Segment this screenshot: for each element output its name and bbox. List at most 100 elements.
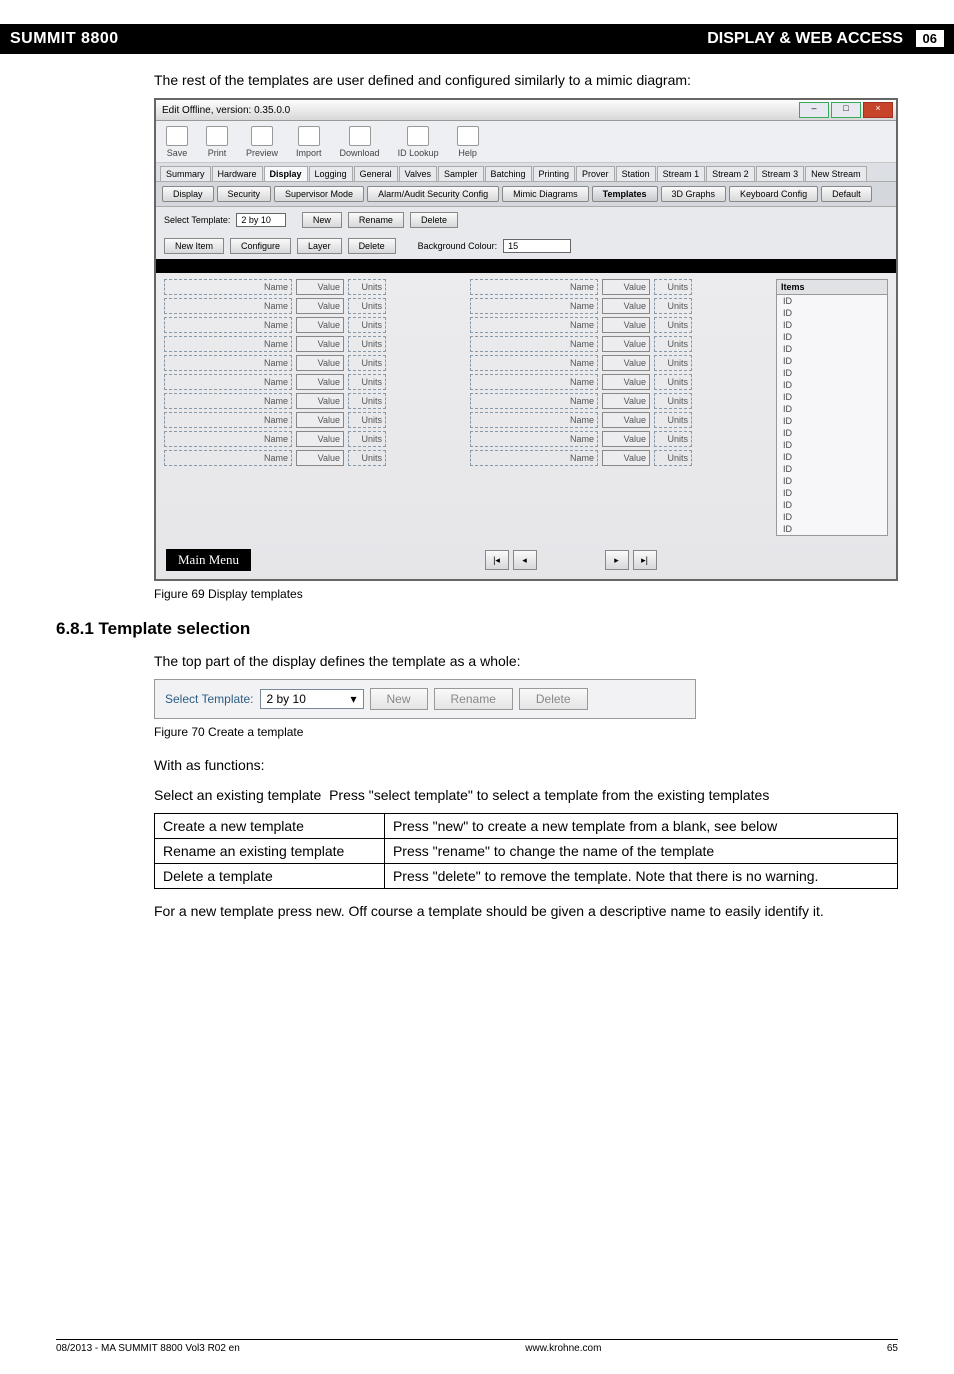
item-id[interactable]: ID xyxy=(777,343,887,355)
tab-logging[interactable]: Logging xyxy=(309,166,353,181)
units-cell[interactable]: Units xyxy=(654,393,692,409)
units-cell[interactable]: Units xyxy=(348,450,386,466)
item-id[interactable]: ID xyxy=(777,307,887,319)
tab-summary[interactable]: Summary xyxy=(160,166,211,181)
subbtn-security[interactable]: Security xyxy=(217,186,272,202)
rename-button[interactable]: Rename xyxy=(348,212,404,228)
item-id[interactable]: ID xyxy=(777,355,887,367)
units-cell[interactable]: Units xyxy=(348,412,386,428)
name-cell[interactable]: Name xyxy=(164,412,292,428)
delete-button[interactable]: Delete xyxy=(410,212,458,228)
mini-select[interactable]: 2 by 10▾ xyxy=(260,689,364,709)
name-cell[interactable]: Name xyxy=(164,431,292,447)
subbtn-alarm-audit-security-config[interactable]: Alarm/Audit Security Config xyxy=(367,186,499,202)
item-id[interactable]: ID xyxy=(777,499,887,511)
units-cell[interactable]: Units xyxy=(348,317,386,333)
item-id[interactable]: ID xyxy=(777,379,887,391)
tab-batching[interactable]: Batching xyxy=(485,166,532,181)
item-id[interactable]: ID xyxy=(777,391,887,403)
item-id[interactable]: ID xyxy=(777,415,887,427)
tab-station[interactable]: Station xyxy=(616,166,656,181)
name-cell[interactable]: Name xyxy=(470,317,598,333)
units-cell[interactable]: Units xyxy=(348,336,386,352)
name-cell[interactable]: Name xyxy=(470,450,598,466)
close-button[interactable]: × xyxy=(863,102,893,118)
tab-general[interactable]: General xyxy=(354,166,398,181)
item-id[interactable]: ID xyxy=(777,367,887,379)
mini-delete-button[interactable]: Delete xyxy=(519,688,588,710)
item-id[interactable]: ID xyxy=(777,319,887,331)
delete-item-button[interactable]: Delete xyxy=(348,238,396,254)
configure-button[interactable]: Configure xyxy=(230,238,291,254)
subbtn-mimic-diagrams[interactable]: Mimic Diagrams xyxy=(502,186,589,202)
name-cell[interactable]: Name xyxy=(164,374,292,390)
item-id[interactable]: ID xyxy=(777,451,887,463)
item-id[interactable]: ID xyxy=(777,295,887,307)
template-select[interactable]: 2 by 10 xyxy=(236,213,286,227)
units-cell[interactable]: Units xyxy=(654,336,692,352)
item-id[interactable]: ID xyxy=(777,331,887,343)
toolbar-preview[interactable]: Preview xyxy=(246,126,278,158)
name-cell[interactable]: Name xyxy=(470,279,598,295)
tab-prover[interactable]: Prover xyxy=(576,166,615,181)
tab-valves[interactable]: Valves xyxy=(399,166,437,181)
units-cell[interactable]: Units xyxy=(654,412,692,428)
name-cell[interactable]: Name xyxy=(164,336,292,352)
units-cell[interactable]: Units xyxy=(348,279,386,295)
units-cell[interactable]: Units xyxy=(348,355,386,371)
toolbar-save[interactable]: Save xyxy=(166,126,188,158)
tab-stream-1[interactable]: Stream 1 xyxy=(657,166,706,181)
toolbar-help[interactable]: Help xyxy=(457,126,479,158)
name-cell[interactable]: Name xyxy=(164,393,292,409)
tab-new-stream[interactable]: New Stream xyxy=(805,166,867,181)
tab-stream-3[interactable]: Stream 3 xyxy=(756,166,805,181)
tab-stream-2[interactable]: Stream 2 xyxy=(706,166,755,181)
toolbar-id-lookup[interactable]: ID Lookup xyxy=(398,126,439,158)
subbtn-default[interactable]: Default xyxy=(821,186,872,202)
subbtn-supervisor-mode[interactable]: Supervisor Mode xyxy=(274,186,364,202)
item-id[interactable]: ID xyxy=(777,427,887,439)
min-button[interactable]: – xyxy=(799,102,829,118)
nav-prev-icon[interactable]: ◂ xyxy=(513,550,537,570)
units-cell[interactable]: Units xyxy=(654,317,692,333)
mini-rename-button[interactable]: Rename xyxy=(434,688,513,710)
name-cell[interactable]: Name xyxy=(470,374,598,390)
item-id[interactable]: ID xyxy=(777,403,887,415)
tab-hardware[interactable]: Hardware xyxy=(212,166,263,181)
name-cell[interactable]: Name xyxy=(470,431,598,447)
name-cell[interactable]: Name xyxy=(164,355,292,371)
units-cell[interactable]: Units xyxy=(348,298,386,314)
units-cell[interactable]: Units xyxy=(654,279,692,295)
tab-printing[interactable]: Printing xyxy=(533,166,576,181)
name-cell[interactable]: Name xyxy=(164,298,292,314)
subbtn-templates[interactable]: Templates xyxy=(592,186,658,202)
item-id[interactable]: ID xyxy=(777,463,887,475)
item-id[interactable]: ID xyxy=(777,487,887,499)
subbtn-3d-graphs[interactable]: 3D Graphs xyxy=(661,186,727,202)
nav-next-icon[interactable]: ▸ xyxy=(605,550,629,570)
units-cell[interactable]: Units xyxy=(348,374,386,390)
name-cell[interactable]: Name xyxy=(164,279,292,295)
units-cell[interactable]: Units xyxy=(348,393,386,409)
units-cell[interactable]: Units xyxy=(654,374,692,390)
units-cell[interactable]: Units xyxy=(654,450,692,466)
subbtn-keyboard-config[interactable]: Keyboard Config xyxy=(729,186,818,202)
max-button[interactable]: □ xyxy=(831,102,861,118)
subbtn-display[interactable]: Display xyxy=(162,186,214,202)
units-cell[interactable]: Units xyxy=(654,298,692,314)
units-cell[interactable]: Units xyxy=(654,431,692,447)
name-cell[interactable]: Name xyxy=(470,355,598,371)
item-id[interactable]: ID xyxy=(777,511,887,523)
name-cell[interactable]: Name xyxy=(164,450,292,466)
tab-display[interactable]: Display xyxy=(264,166,308,181)
toolbar-print[interactable]: Print xyxy=(206,126,228,158)
toolbar-import[interactable]: Import xyxy=(296,126,322,158)
name-cell[interactable]: Name xyxy=(470,412,598,428)
mini-new-button[interactable]: New xyxy=(370,688,428,710)
name-cell[interactable]: Name xyxy=(470,336,598,352)
item-id[interactable]: ID xyxy=(777,475,887,487)
nav-last-icon[interactable]: ▸| xyxy=(633,550,657,570)
item-id[interactable]: ID xyxy=(777,439,887,451)
name-cell[interactable]: Name xyxy=(164,317,292,333)
nav-first-icon[interactable]: |◂ xyxy=(485,550,509,570)
